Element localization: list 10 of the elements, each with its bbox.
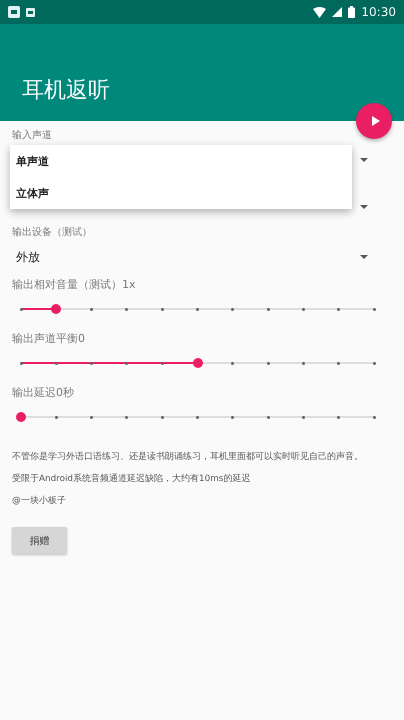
slider-label: 输出延迟0秒 [12, 386, 75, 400]
field-label: 输入声道 [12, 129, 53, 143]
info-text: @一块小板子 [12, 494, 67, 508]
app-title: 耳机返听 [22, 77, 110, 105]
field-label: 输出设备（测试） [12, 226, 93, 240]
slider-label: 输出声道平衡0 [12, 332, 86, 346]
clock: 10:30 [361, 5, 396, 19]
info-text: 受限于Android系统音频通道延迟缺陷，大约有10ms的延迟 [12, 472, 252, 486]
slider-label: 输出相对音量（测试）1x [12, 278, 137, 292]
info-text: 不管你是学习外语口语练习、还是读书朗诵练习，耳机里面都可以实时听见自己的声音。 [12, 450, 364, 464]
